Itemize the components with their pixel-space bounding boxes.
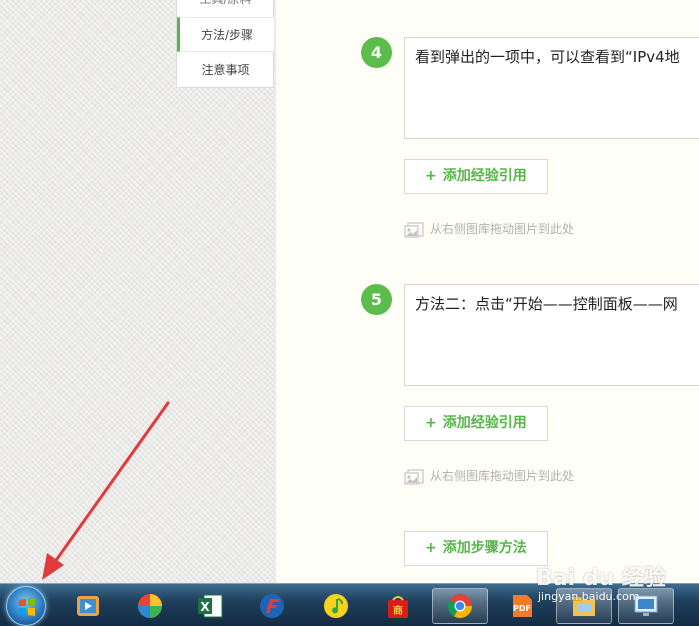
excel-icon[interactable]: X	[182, 588, 238, 624]
plus-icon: +	[425, 540, 437, 556]
plus-icon: +	[425, 168, 437, 184]
plus-icon: +	[425, 415, 437, 431]
svg-text:X: X	[200, 600, 210, 614]
add-reference-label: 添加经验引用	[442, 415, 527, 431]
pdf-icon[interactable]: PDF	[494, 588, 550, 624]
image-icon	[404, 221, 424, 238]
add-reference-button[interactable]: + 添加经验引用	[404, 159, 548, 194]
nav-item-tools-materials[interactable]: 工具/原料	[177, 0, 274, 17]
svg-text:商: 商	[393, 604, 403, 617]
taskbar: X 商 PDF	[0, 583, 699, 626]
file-explorer-icon[interactable]	[556, 588, 612, 624]
image-drop-zone[interactable]: 从右侧图库拖动图片到此处	[404, 220, 574, 238]
step-number-badge: 4	[361, 37, 392, 68]
add-step-button[interactable]: + 添加步骤方法	[404, 531, 548, 566]
add-step-label: 添加步骤方法	[442, 540, 527, 556]
main-editor-panel: 4 看到弹出的一项中，可以查看到“IPv4地 + 添加经验引用 从右侧图库拖动图片…	[276, 0, 699, 583]
image-drop-zone[interactable]: 从右侧图库拖动图片到此处	[404, 467, 574, 485]
add-reference-button[interactable]: + 添加经验引用	[404, 406, 548, 441]
colorful-ball-icon[interactable]	[122, 588, 178, 624]
image-icon	[404, 468, 424, 485]
nav-item-method-steps[interactable]: 方法/步骤	[177, 17, 274, 52]
drop-hint-text: 从右侧图库拖动图片到此处	[430, 222, 575, 236]
nav-item-notes[interactable]: 注意事项	[177, 53, 274, 88]
windows-start-icon[interactable]	[6, 586, 46, 626]
left-navigation: 工具/原料 方法/步骤 注意事项	[176, 0, 274, 88]
network-monitor-icon[interactable]	[618, 588, 674, 624]
qq-music-icon[interactable]	[308, 588, 364, 624]
drop-hint-text: 从右侧图库拖动图片到此处	[430, 469, 575, 483]
add-reference-label: 添加经验引用	[442, 168, 527, 184]
chrome-icon[interactable]	[432, 588, 488, 624]
step-number-badge: 5	[361, 284, 392, 315]
shopping-bag-icon[interactable]: 商	[370, 588, 426, 624]
step-text-box[interactable]: 方法二：点击“开始——控制面板——网	[404, 284, 699, 386]
step-text-box[interactable]: 看到弹出的一项中，可以查看到“IPv4地	[404, 37, 699, 139]
media-player-icon[interactable]	[60, 588, 116, 624]
svg-text:PDF: PDF	[513, 604, 531, 613]
browser-f-icon[interactable]	[244, 588, 300, 624]
